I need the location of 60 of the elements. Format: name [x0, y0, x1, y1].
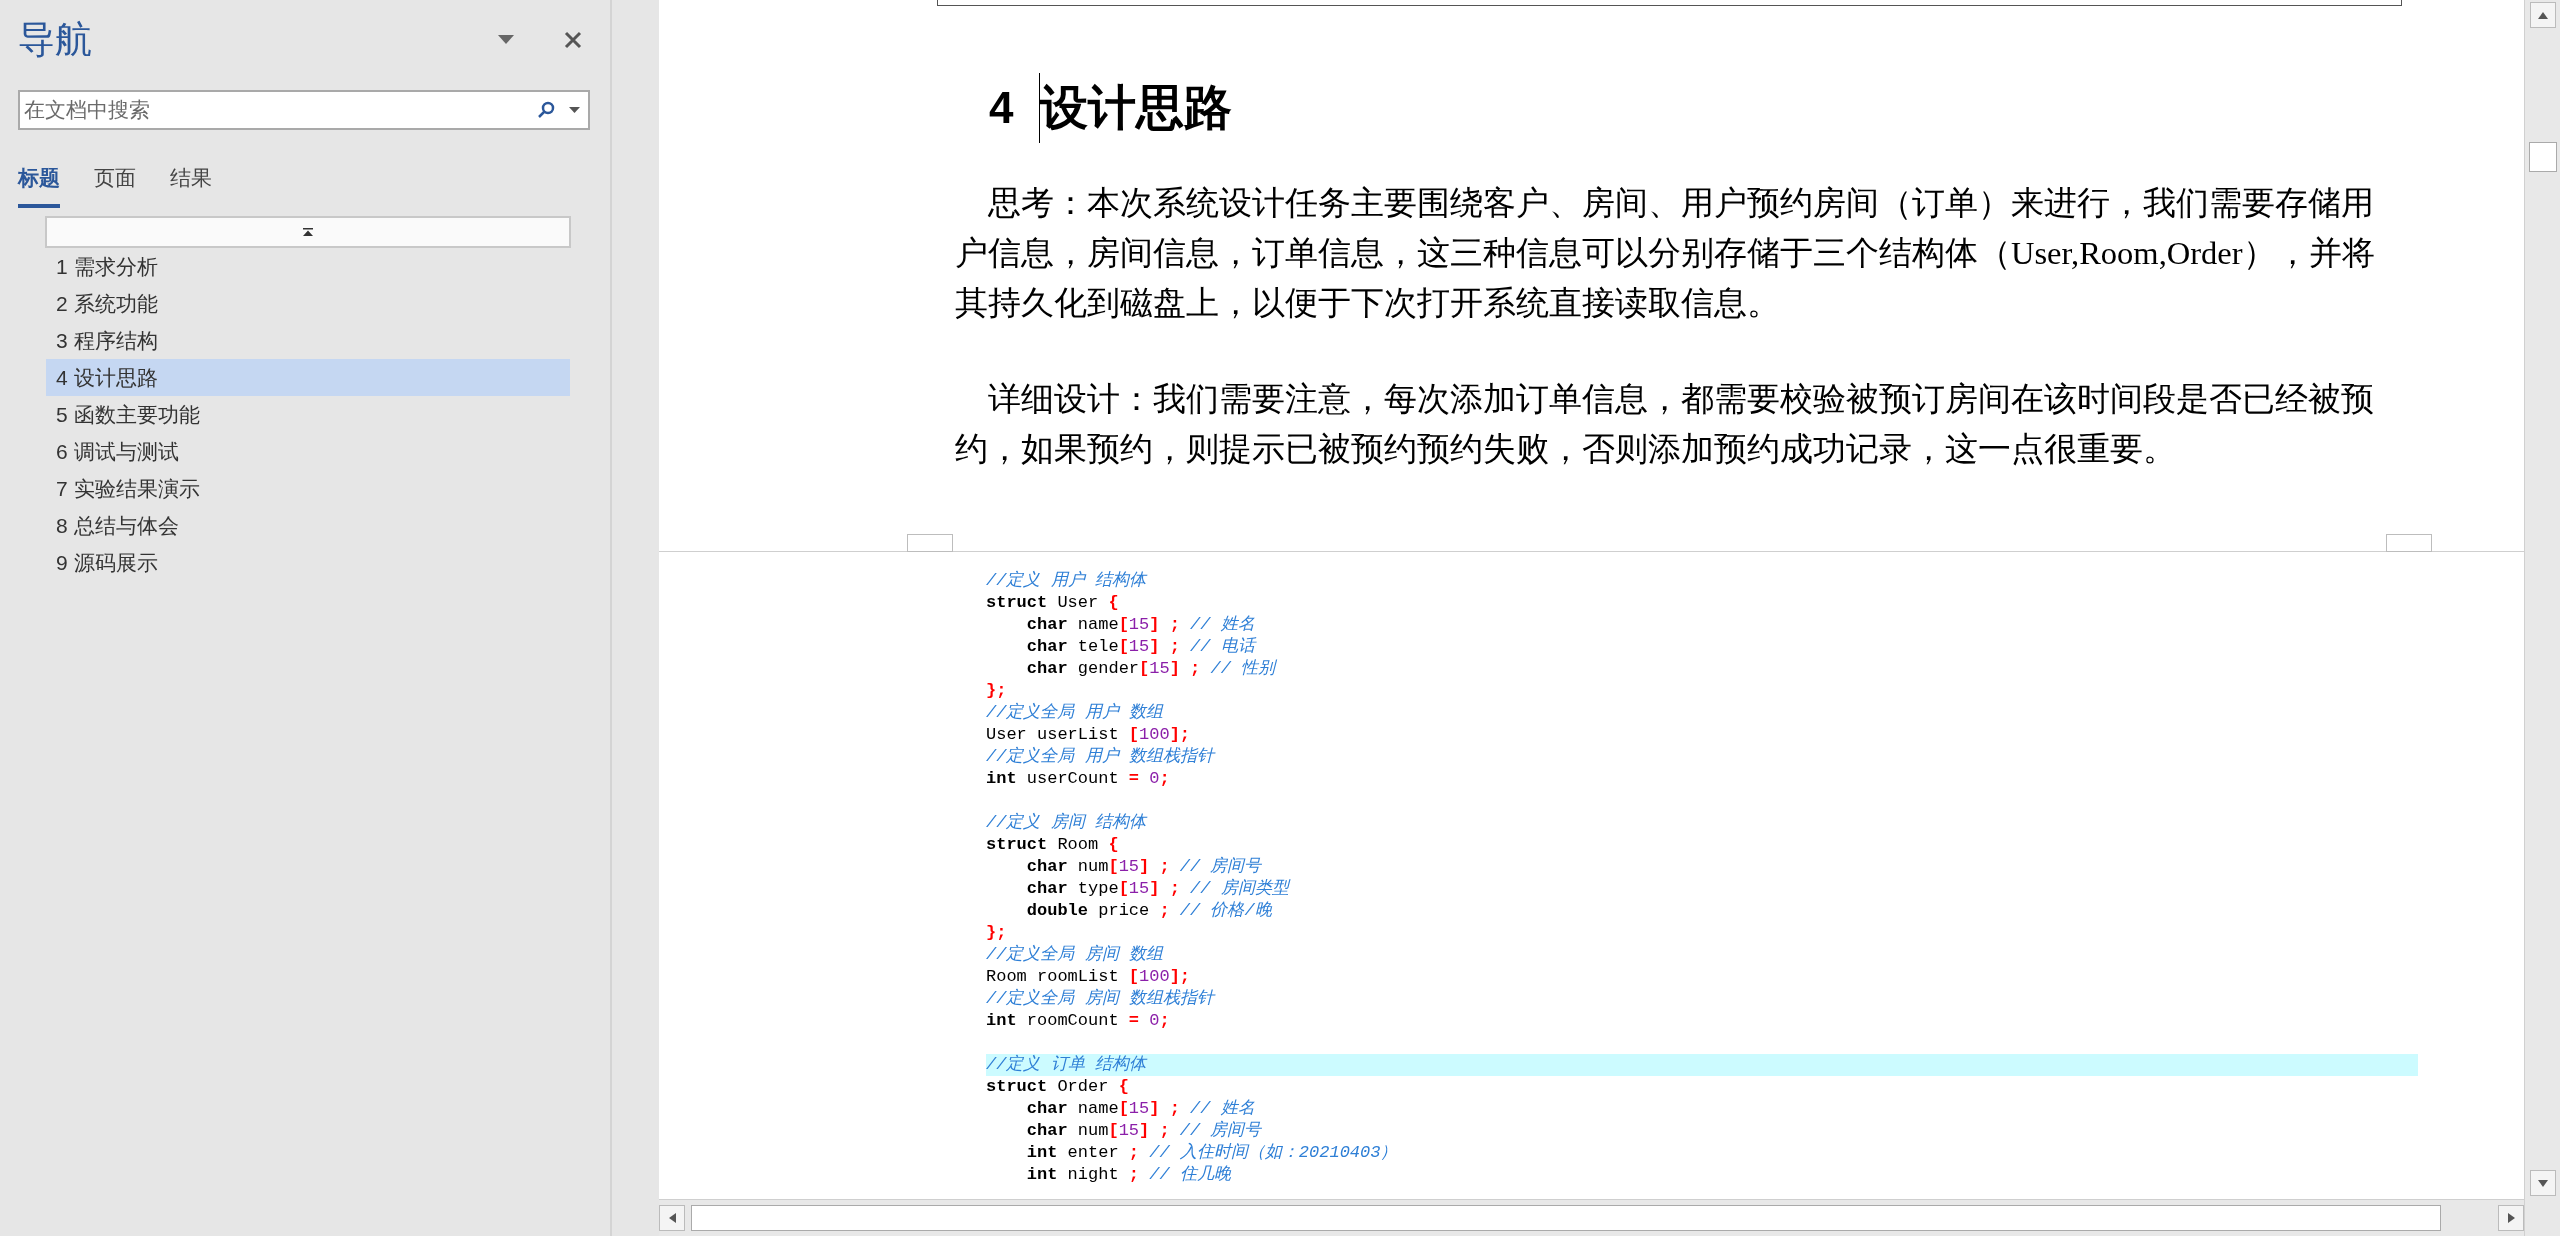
heading-item[interactable]: 9 源码展示: [46, 544, 570, 581]
heading-item[interactable]: 8 总结与体会: [46, 507, 570, 544]
scrollbar-thumb[interactable]: [691, 1205, 2441, 1231]
code-line: //定义 用户 结构体: [986, 570, 1149, 592]
code-line: //定义全局 房间 数组: [986, 944, 1165, 966]
code-line: int enter ; // 入住时间（如：20210403）: [1025, 1142, 1399, 1164]
close-icon[interactable]: [564, 31, 582, 49]
body-paragraph: 详细设计：我们需要注意，每次添加订单信息，都需要校验被预订房间在该时间段是否已经被预约，如果预约，则提示已被预约预约失败，否则添加预约成功记录，这一点很重要。: [955, 380, 2375, 469]
code-line: };: [986, 922, 1008, 944]
down-arrow-icon: [2537, 1179, 2548, 1187]
scroll-up-button[interactable]: [2529, 2, 2556, 28]
code-line: //定义 房间 结构体: [986, 812, 1149, 834]
up-arrow-icon: [2537, 11, 2548, 19]
search-field[interactable]: 在文档中搜索: [18, 90, 590, 130]
code-line: double price ; // 价格/晚: [1025, 900, 1273, 922]
code-line: //定义全局 用户 数组栈指针: [986, 746, 1217, 768]
search-icon[interactable]: [537, 101, 555, 119]
heading-item[interactable]: 4 设计思路: [46, 359, 570, 396]
code-line: //定义全局 用户 数组: [986, 702, 1165, 724]
pane-tab[interactable]: 页面: [94, 158, 136, 208]
code-line: struct User {: [986, 592, 1120, 614]
code-line: struct Room {: [986, 834, 1120, 856]
pane-tab[interactable]: 结果: [170, 158, 212, 208]
code-line: char name[15] ; // 姓名: [1025, 614, 1256, 636]
heading-number: 4: [989, 83, 1015, 133]
left-arrow-icon: [668, 1213, 676, 1223]
page-corner-mark: [2386, 534, 2432, 552]
scroll-down-button[interactable]: [2529, 1170, 2556, 1196]
page-corner-mark: [907, 534, 953, 552]
collapse-up-icon: [303, 228, 313, 236]
heading-title: 设计思路: [1040, 78, 1232, 137]
right-arrow-icon: [2507, 1213, 2515, 1223]
heading-item[interactable]: 5 函数主要功能: [46, 396, 570, 433]
code-line: char num[15] ; // 房间号: [1025, 856, 1263, 878]
code-line: int roomCount = 0;: [986, 1010, 1171, 1032]
pane-tab[interactable]: 标题: [18, 158, 60, 208]
heading-item[interactable]: 6 调试与测试: [46, 433, 570, 470]
pane-title: 导航: [18, 18, 93, 62]
code-line: int night ; // 住几晚: [1025, 1164, 1232, 1186]
code-line: char num[15] ; // 房间号: [1025, 1120, 1263, 1142]
heading-item[interactable]: 7 实验结果演示: [46, 470, 570, 507]
code-line: char tele[15] ; // 电话: [1025, 636, 1258, 658]
code-line: char type[15] ; // 房间类型: [1025, 878, 1292, 900]
code-line: struct Order {: [986, 1076, 1130, 1098]
code-line: User userList [100];: [986, 724, 1192, 746]
heading-item[interactable]: 3 程序结构: [46, 322, 570, 359]
dropdown-icon[interactable]: [498, 35, 514, 45]
body-paragraph: 思考：本次系统设计任务主要围绕客户、房间、用户预约房间（订单）来进行，我们需要存储用户信息，房间信息，订单信息，这三种信息可以分别存储于三个结构体（User,Room,Order），并将其持久化到磁盘上，以便于下次打开系统直接读取信息。: [955, 184, 2376, 323]
code-line: char gender[15] ; // 性别: [1025, 658, 1278, 680]
code-line: char name[15] ; // 姓名: [1025, 1098, 1256, 1120]
code-line: };: [986, 680, 1008, 702]
heading-item[interactable]: 2 系统功能: [46, 285, 570, 322]
scroll-left-button[interactable]: [659, 1205, 685, 1231]
code-line: Room roomList [100];: [986, 966, 1192, 988]
scrollbar-thumb[interactable]: [2528, 142, 2557, 172]
dropdown-icon[interactable]: [569, 106, 580, 114]
code-line: int userCount = 0;: [986, 768, 1171, 790]
code-line: //定义全局 房间 数组栈指针: [986, 988, 1217, 1010]
heading-item[interactable]: 1 需求分析: [46, 248, 570, 285]
scroll-right-button[interactable]: [2498, 1205, 2524, 1231]
